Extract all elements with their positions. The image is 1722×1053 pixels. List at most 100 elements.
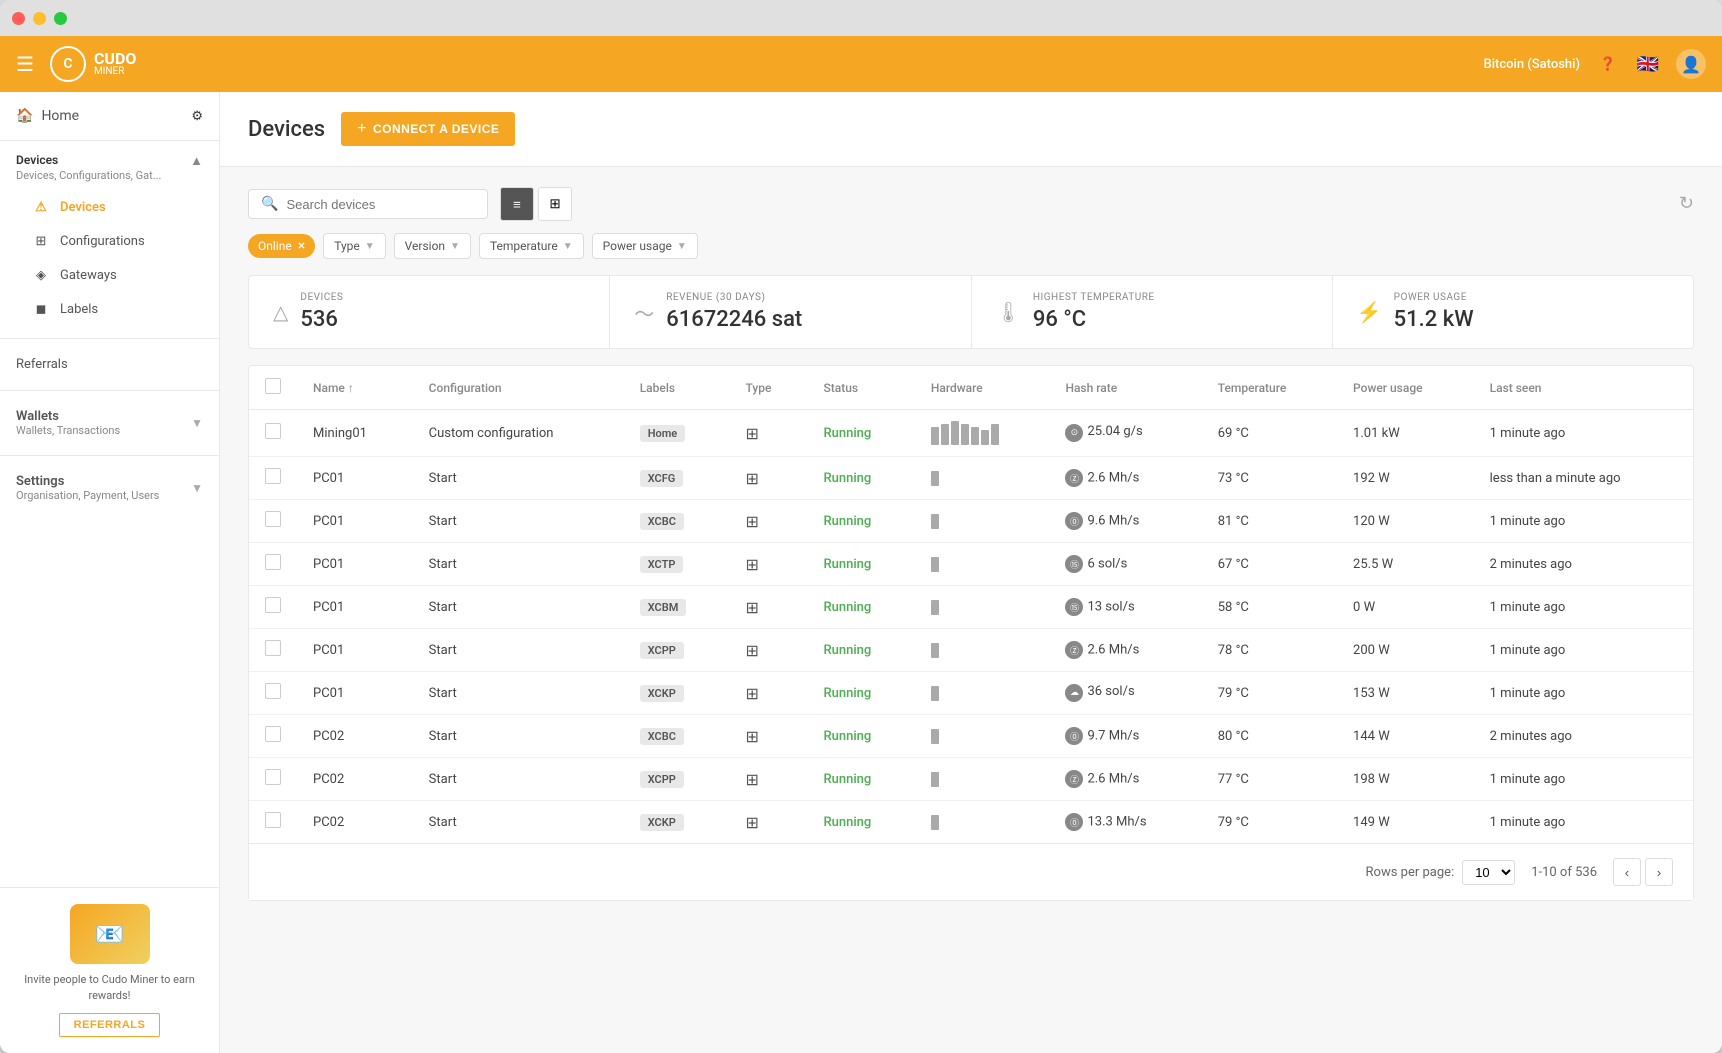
cell-status: Running: [807, 457, 914, 500]
sidebar-devices-collapse[interactable]: ▲: [190, 153, 203, 169]
cell-temp: 81 °C: [1202, 500, 1337, 543]
windows-icon: ⊞: [746, 770, 759, 789]
cell-hashrate: ⓪9.6 Mh/s: [1049, 500, 1201, 543]
row-checkbox-1[interactable]: [265, 468, 281, 484]
wallets-expand-icon: ▼: [191, 416, 203, 430]
minimize-btn[interactable]: [33, 12, 46, 25]
cell-lastseen: 2 minutes ago: [1474, 715, 1693, 758]
row-checkbox-6[interactable]: [265, 683, 281, 699]
maximize-btn[interactable]: [54, 12, 67, 25]
cell-config: Start: [413, 801, 624, 844]
cell-label: XCPP: [624, 758, 730, 801]
sidebar: 🏠 Home ⚙ Devices Devices, Configurations…: [0, 92, 220, 1053]
col-temperature: Temperature: [1202, 366, 1337, 410]
cell-hashrate: ☁36 sol/s: [1049, 672, 1201, 715]
col-configuration: Configuration: [413, 366, 624, 410]
cell-lastseen: 1 minute ago: [1474, 672, 1693, 715]
cell-hashrate: ⑮13 sol/s: [1049, 586, 1201, 629]
cell-config: Start: [413, 715, 624, 758]
cell-power: 153 W: [1337, 672, 1474, 715]
labels-icon: ◼: [32, 300, 50, 318]
cell-label: XCPP: [624, 629, 730, 672]
cell-hashrate: Ⓩ2.6 Mh/s: [1049, 457, 1201, 500]
cell-temp: 73 °C: [1202, 457, 1337, 500]
cell-label: XCTP: [624, 543, 730, 586]
cell-type: ⊞: [730, 586, 808, 629]
cell-label: XCBC: [624, 715, 730, 758]
type-filter-dropdown[interactable]: Type ▼: [323, 233, 385, 259]
page-title: Devices: [248, 117, 325, 142]
table-row: PC01 Start XCBC ⊞ Running ⓪9.6 Mh/s 81 °…: [249, 500, 1693, 543]
row-checkbox-7[interactable]: [265, 726, 281, 742]
settings-icon[interactable]: ⚙: [191, 109, 203, 124]
cell-name: Mining01: [297, 410, 413, 457]
refresh-icon[interactable]: ↻: [1679, 193, 1694, 214]
sidebar-item-devices[interactable]: ⚠ Devices: [16, 190, 203, 224]
referral-image: 📧: [70, 904, 150, 964]
plus-icon: +: [357, 120, 367, 138]
sidebar-section-devices-sub: Devices, Configurations, Gat...: [16, 169, 161, 182]
next-page-button[interactable]: ›: [1645, 858, 1673, 886]
logo: C CUDOMINER: [50, 46, 136, 82]
temperature-stat-icon: 🌡: [996, 300, 1021, 324]
prev-page-button[interactable]: ‹: [1613, 858, 1641, 886]
col-hashrate: Hash rate: [1049, 366, 1201, 410]
sidebar-item-home[interactable]: 🏠 Home: [16, 108, 79, 124]
cell-status: Running: [807, 758, 914, 801]
cell-name: PC01: [297, 586, 413, 629]
devices-icon: ⚠: [32, 198, 50, 216]
cell-power: 144 W: [1337, 715, 1474, 758]
currency-label[interactable]: Bitcoin (Satoshi): [1484, 57, 1581, 72]
stats-bar: △ DEVICES 536 〜 REVENUE (30 DAYS): [248, 275, 1694, 349]
temperature-filter-dropdown[interactable]: Temperature ▼: [479, 233, 584, 259]
select-all-checkbox[interactable]: [265, 378, 281, 394]
row-checkbox-5[interactable]: [265, 640, 281, 656]
version-filter-dropdown[interactable]: Version ▼: [394, 233, 471, 259]
power-usage-filter-dropdown[interactable]: Power usage ▼: [592, 233, 698, 259]
sidebar-item-gateways[interactable]: ◈ Gateways: [16, 258, 203, 292]
list-view-button[interactable]: ≡: [500, 187, 534, 221]
cell-lastseen: 1 minute ago: [1474, 758, 1693, 801]
referrals-button[interactable]: REFERRALS: [59, 1013, 161, 1037]
row-checkbox-4[interactable]: [265, 597, 281, 613]
cell-power: 1.01 kW: [1337, 410, 1474, 457]
row-checkbox-0[interactable]: [265, 423, 281, 439]
col-hardware: Hardware: [915, 366, 1050, 410]
online-filter-chip[interactable]: Online ×: [248, 234, 315, 258]
cell-status: Running: [807, 586, 914, 629]
cell-status: Running: [807, 410, 914, 457]
help-icon[interactable]: ❓: [1596, 52, 1620, 76]
cell-label: XCKP: [624, 801, 730, 844]
row-checkbox-8[interactable]: [265, 769, 281, 785]
remove-online-filter-icon[interactable]: ×: [298, 238, 305, 254]
row-checkbox-3[interactable]: [265, 554, 281, 570]
close-btn[interactable]: [12, 12, 25, 25]
cell-type: ⊞: [730, 410, 808, 457]
language-flag-icon[interactable]: 🇬🇧: [1636, 52, 1660, 76]
sidebar-item-labels[interactable]: ◼ Labels: [16, 292, 203, 326]
referral-promo: 📧 Invite people to Cudo Miner to earn re…: [0, 887, 219, 1053]
search-input[interactable]: [286, 197, 475, 212]
table-row: PC01 Start XCFG ⊞ Running Ⓩ2.6 Mh/s 73 °…: [249, 457, 1693, 500]
table-row: PC01 Start XCTP ⊞ Running ⑮6 sol/s 67 °C…: [249, 543, 1693, 586]
search-box: 🔍: [248, 189, 488, 219]
top-nav: ☰ C CUDOMINER Bitcoin (Satoshi) ❓ 🇬🇧 👤: [0, 36, 1722, 92]
row-checkbox-9[interactable]: [265, 812, 281, 828]
cell-hardware: [915, 715, 1050, 758]
stat-power: ⚡ POWER USAGE 51.2 kW: [1333, 276, 1693, 348]
windows-icon: ⊞: [746, 813, 759, 832]
row-checkbox-2[interactable]: [265, 511, 281, 527]
col-name[interactable]: Name ↑: [297, 366, 413, 410]
sidebar-item-configurations[interactable]: ⊞ Configurations: [16, 224, 203, 258]
sidebar-item-settings[interactable]: Settings Organisation, Payment, Users ▼: [0, 464, 219, 512]
rows-per-page-select[interactable]: 10 25 50: [1462, 860, 1515, 885]
windows-icon: ⊞: [746, 469, 759, 488]
connect-device-button[interactable]: + CONNECT A DEVICE: [341, 112, 515, 146]
user-avatar[interactable]: 👤: [1676, 49, 1706, 79]
grid-view-button[interactable]: ⊞: [538, 187, 572, 221]
cell-name: PC02: [297, 758, 413, 801]
sidebar-item-referrals[interactable]: Referrals: [0, 347, 219, 382]
hamburger-icon[interactable]: ☰: [16, 52, 34, 76]
cell-power: 149 W: [1337, 801, 1474, 844]
sidebar-item-wallets[interactable]: Wallets Wallets, Transactions ▼: [0, 399, 219, 447]
